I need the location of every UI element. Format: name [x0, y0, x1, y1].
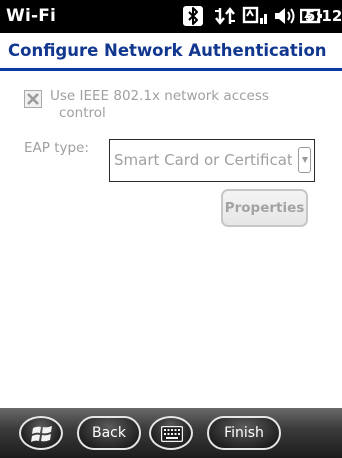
header-divider [0, 68, 342, 71]
ieee-8021x-label-line1: Use IEEE 802.1x network access [50, 88, 269, 104]
eap-type-label: EAP type: [24, 140, 89, 156]
eap-type-select[interactable]: Smart Card or Certificate [109, 139, 315, 182]
keyboard-button[interactable] [149, 416, 193, 450]
volume-icon[interactable] [272, 6, 296, 26]
status-bar-title[interactable]: Wi-Fi [6, 0, 56, 33]
back-button[interactable]: Back [77, 416, 141, 450]
finish-button[interactable]: Finish [207, 416, 281, 450]
eap-type-dropdown-button[interactable] [298, 147, 311, 173]
properties-button[interactable]: Properties [221, 189, 308, 227]
eap-type-value: Smart Card or Certificate [114, 151, 292, 169]
ieee-8021x-label-line2: control [59, 105, 106, 121]
signal-icon[interactable] [242, 6, 268, 26]
ieee-8021x-label: Use IEEE 802.1x network access control [50, 88, 310, 122]
status-bar-time[interactable]: 5:12 [305, 0, 342, 33]
checkbox-x-mark-icon [27, 93, 39, 105]
data-sync-icon[interactable] [213, 6, 237, 26]
bluetooth-icon[interactable] [183, 6, 203, 26]
windows-start-icon [31, 426, 52, 442]
page-header: Configure Network Authentication [0, 33, 342, 69]
page-title: Configure Network Authentication [8, 41, 327, 60]
start-button[interactable] [19, 416, 63, 450]
keyboard-icon [161, 426, 183, 442]
bottom-bar: Back Finish [0, 408, 342, 458]
ieee-8021x-checkbox[interactable] [24, 90, 42, 108]
chevron-down-icon [302, 157, 308, 163]
status-bar: Wi-Fi 5:12 [0, 0, 342, 33]
